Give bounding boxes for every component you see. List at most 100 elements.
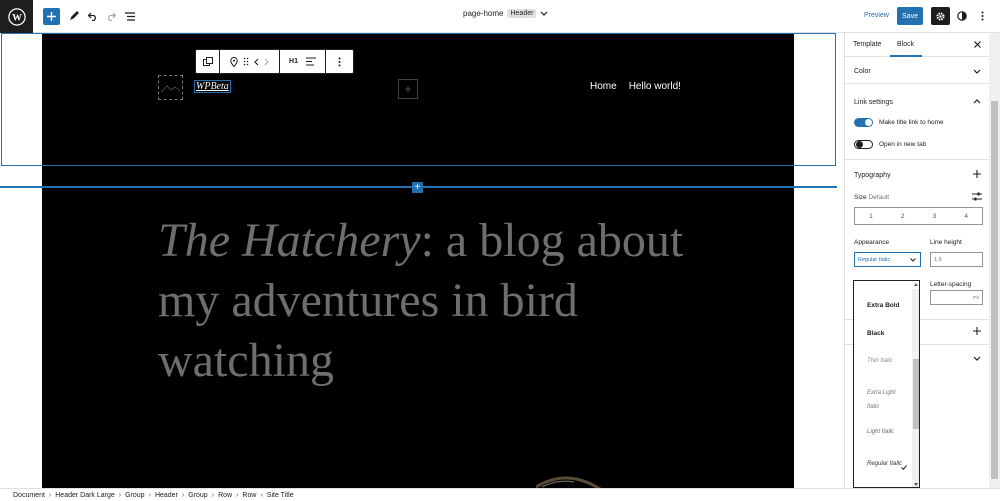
heading-level-button[interactable]: H1 [289,58,298,65]
breadcrumb-item[interactable]: Row [242,492,256,499]
block-options-button[interactable] [326,50,353,73]
line-height-label: Line height [930,239,962,246]
option-extra-light-italic[interactable]: Extra Light Italic [867,386,905,414]
breadcrumb-item[interactable]: Group [188,492,207,499]
styles-button[interactable] [955,9,969,23]
option-black[interactable]: Black [867,330,884,337]
drag-handle-icon[interactable] [243,57,249,66]
save-button[interactable]: Save [897,7,923,25]
align-left-icon[interactable] [305,57,316,66]
tab-template[interactable]: Template [853,41,881,48]
chevron-down-icon [910,258,916,262]
scrollbar-thumb[interactable] [991,101,998,479]
color-panel[interactable]: Color [845,57,989,84]
sidebar-scrollbar[interactable] [989,33,1000,488]
add-block-button[interactable] [43,8,60,25]
bird-illustration [536,476,602,488]
font-size-option[interactable]: 4 [950,208,982,224]
line-height-input[interactable]: 1.5 [930,252,983,267]
breadcrumb-separator: › [148,491,151,499]
scroll-down-icon[interactable] [914,483,918,486]
inserter-plus-button[interactable]: + [412,182,423,193]
font-size-option[interactable]: 3 [919,208,951,224]
hero-heading[interactable]: The Hatchery: a blog about my adventures… [158,211,718,391]
dropdown-scrollbar[interactable] [912,289,919,487]
font-size-option[interactable]: 1 [855,208,887,224]
breadcrumb-item[interactable]: Row [218,492,232,499]
letter-spacing-input[interactable]: PX [930,290,983,305]
site-logo-placeholder[interactable] [158,75,183,100]
list-view-icon [125,11,135,21]
wordpress-icon: W [7,7,26,26]
more-vertical-icon [981,11,983,21]
scrollbar-thumb[interactable] [913,359,919,429]
preview-button[interactable]: Preview [864,12,889,19]
breadcrumb-item[interactable]: Header Dark Large [55,492,115,499]
more-vertical-icon [338,57,341,66]
appearance-dropdown-list: Extra Bold Black Thin Italic Extra Light… [853,280,920,488]
list-view-button[interactable] [123,9,137,23]
template-part-badge: Header [507,9,537,18]
redo-button[interactable] [104,9,118,23]
color-panel-title: Color [854,68,871,75]
tools-button[interactable] [67,9,81,23]
option-thin-italic[interactable]: Thin Italic [867,358,893,364]
undo-button[interactable] [86,9,100,23]
option-light-italic[interactable]: Light Italic [867,429,894,435]
document-title-text: page-home [463,9,504,18]
contrast-icon [957,11,967,21]
breadcrumb-item[interactable]: Group [125,492,144,499]
chevron-down-icon [541,11,548,16]
tab-block[interactable]: Block [897,41,914,48]
breadcrumb-separator: › [118,491,122,499]
breadcrumb-item-current: Site Title [266,491,294,499]
link-settings-title[interactable]: Link settings [854,99,893,106]
map-pin-icon[interactable] [230,56,238,67]
open-new-tab-label: Open in new tab [879,141,927,148]
chevron-down-icon[interactable] [973,356,981,362]
undo-icon [88,12,96,21]
add-block-placeholder[interactable]: + [398,79,418,99]
plus-icon[interactable] [973,170,981,178]
close-icon[interactable] [974,41,981,48]
editor-top-bar: W page-home Header Preview Save [0,0,1000,33]
link-settings-panel: Link settings Make title link to home Op… [845,84,989,160]
settings-button[interactable] [931,7,950,25]
breadcrumb-item[interactable]: Document [13,492,45,499]
block-breadcrumb: Document › Header Dark Large › Group › Head… [0,488,1000,501]
font-size-option[interactable]: 2 [887,208,919,224]
appearance-select-value: Regular Italic [858,256,891,263]
block-type-button[interactable] [196,50,220,73]
nav-link-hello-world[interactable]: Hello world! [629,81,681,92]
breadcrumb-item[interactable]: Header [155,492,178,499]
breadcrumb-separator: › [211,491,215,499]
site-title[interactable]: WPBeta [194,80,231,93]
pencil-icon [70,11,79,20]
chevron-left-icon[interactable] [254,58,259,66]
nav-link-home[interactable]: Home [590,81,617,92]
settings-sliders-icon[interactable] [972,192,982,201]
scroll-up-icon[interactable] [914,283,918,286]
editor-canvas[interactable]: H1 WPBeta + Home Hello world! + The Hatc… [0,33,837,488]
plus-icon[interactable] [973,327,981,335]
option-extra-bold[interactable]: Extra Bold [867,302,900,309]
svg-text:W: W [12,12,22,23]
appearance-select[interactable]: Regular Italic [854,252,921,267]
open-new-tab-toggle[interactable] [854,140,873,149]
chevron-up-icon[interactable] [973,98,981,104]
breadcrumb-separator: › [260,491,263,499]
block-mover [220,50,280,73]
option-regular-italic[interactable]: Regular Italic [867,457,903,471]
make-title-link-label: Make title link to home [879,119,944,126]
breadcrumb-separator: › [48,491,52,499]
wordpress-logo-button[interactable]: W [0,0,33,33]
make-title-link-toggle[interactable] [854,118,873,127]
hero-heading-italic: The Hatchery [158,214,421,267]
logo-placeholder-icon [160,85,181,93]
navigation: Home Hello world! [590,81,681,92]
header-template-part[interactable] [1,33,836,166]
chevron-right-icon[interactable] [264,58,269,66]
plus-icon [47,12,56,21]
document-title[interactable]: page-home Header [463,9,548,18]
options-button[interactable] [976,9,988,23]
